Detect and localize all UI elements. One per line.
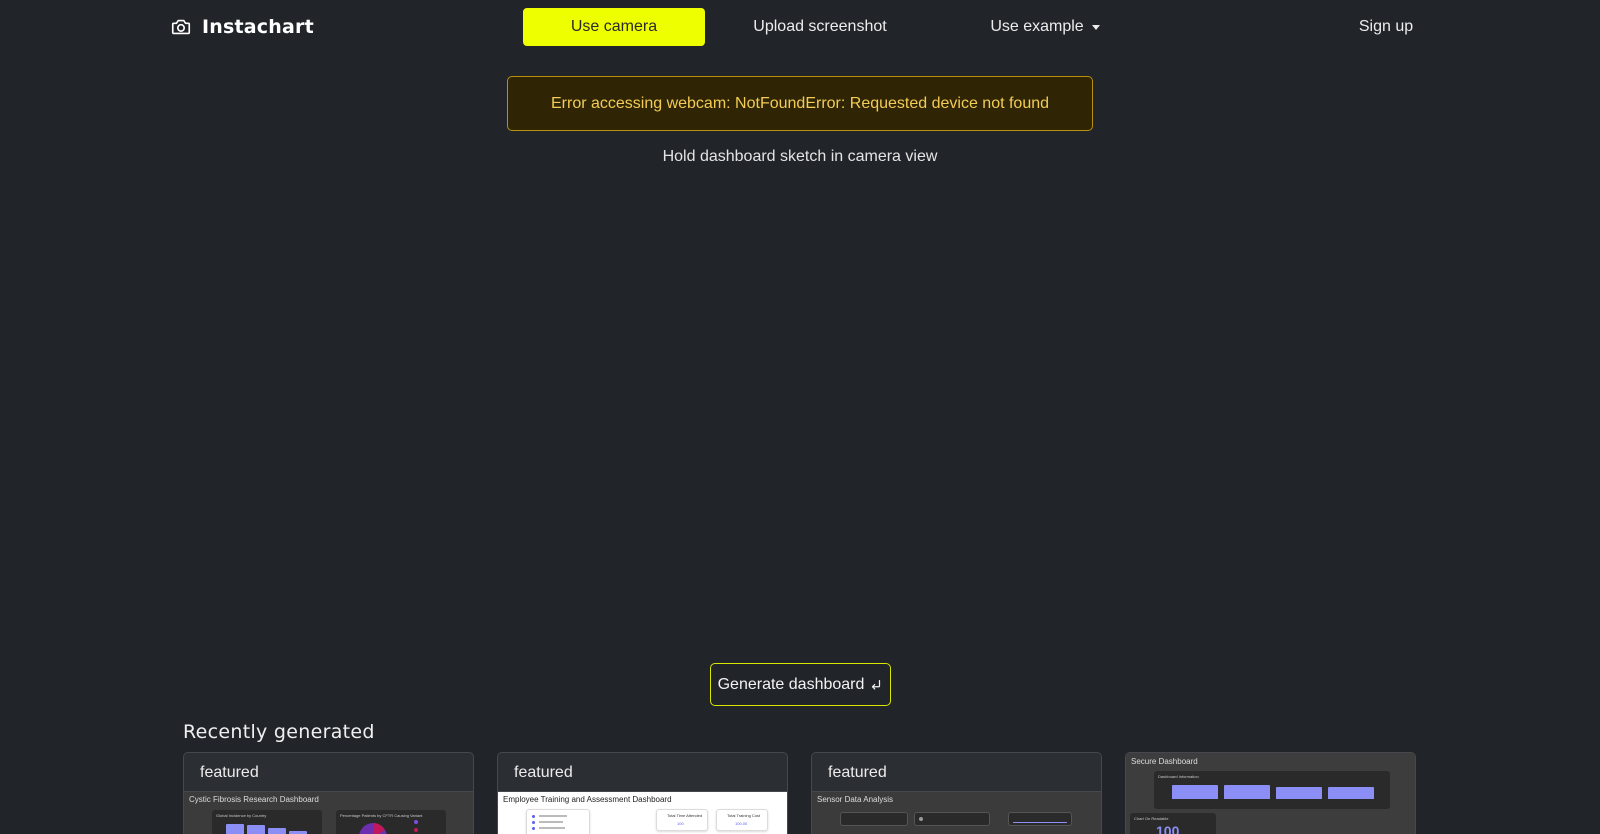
- thumb-bar-panel: Global Incidence by Country: [212, 810, 322, 834]
- thumb-range-slider: [1008, 812, 1072, 826]
- card-featured-label: featured: [498, 753, 787, 792]
- thumb-panel-label: Percentage Patients by CFTR Causing Vari…: [340, 813, 423, 818]
- thumb-select: [840, 812, 908, 826]
- thumb-pie-panel: Percentage Patients by CFTR Causing Vari…: [336, 810, 446, 834]
- list-line: [539, 821, 563, 823]
- legend-dot: [414, 820, 418, 824]
- thumb-bar: [1172, 785, 1218, 799]
- list-line: [539, 815, 567, 817]
- thumb-date-picker: [914, 812, 990, 826]
- thumb-bar: [1276, 787, 1322, 799]
- upload-screenshot-button[interactable]: Upload screenshot: [735, 8, 905, 46]
- thumb-bar-panel: Dashboard Information: [1154, 771, 1390, 809]
- sign-up-label: Sign up: [1358, 18, 1414, 35]
- use-example-dropdown[interactable]: Use example: [975, 8, 1115, 46]
- thumb-title: Sensor Data Analysis: [817, 795, 894, 804]
- camera-hint: Hold dashboard sketch in camera view: [662, 148, 938, 165]
- enter-icon: [872, 679, 881, 690]
- generate-dashboard-label: Generate dashboard: [717, 675, 865, 693]
- card-featured-label: featured: [812, 753, 1101, 792]
- alert-message: Error accessing webcam: NotFoundError: R…: [550, 94, 1050, 112]
- card-thumbnail: Cystic Fibrosis Research Dashboard Globa…: [184, 792, 473, 834]
- webcam-error-alert: Error accessing webcam: NotFoundError: R…: [507, 76, 1093, 131]
- thumb-pie-chart: [359, 823, 387, 834]
- thumb-title: Cystic Fibrosis Research Dashboard: [189, 795, 319, 804]
- thumb-bar: [1328, 787, 1374, 799]
- legend-dot: [414, 828, 418, 832]
- thumb-kpi-card: Total Training Cost 100.00: [716, 809, 768, 831]
- kpi-value: 100.00: [735, 821, 748, 826]
- card-thumbnail: Sensor Data Analysis: [812, 792, 1101, 834]
- recent-card-sensor-data[interactable]: featured Sensor Data Analysis: [811, 752, 1102, 834]
- kpi-label: Total Time Attended: [667, 813, 703, 818]
- card-thumbnail: Employee Training and Assessment Dashboa…: [498, 792, 787, 834]
- use-example-label: Use example: [990, 18, 1084, 35]
- thumb-bar: [247, 825, 265, 834]
- thumb-panel-label: Dashboard Information: [1158, 774, 1199, 779]
- list-line: [539, 827, 565, 829]
- thumb-panel-label: Global Incidence by Country: [216, 813, 267, 818]
- slider-track: [1013, 822, 1067, 823]
- brand-name: Instachart: [202, 16, 314, 38]
- recent-card-employee-training[interactable]: featured Employee Training and Assessmen…: [497, 752, 788, 834]
- thumb-kpi-panel: Chart On Readable 100: [1130, 813, 1216, 834]
- card-featured-label: featured: [184, 753, 473, 792]
- top-nav: Instachart Use camera Upload screenshot …: [0, 0, 1600, 54]
- thumb-bar: [1224, 785, 1270, 799]
- brand-logo[interactable]: Instachart: [170, 12, 314, 42]
- kpi-value: 100: [677, 821, 684, 826]
- recent-card-cystic-fibrosis[interactable]: featured Cystic Fibrosis Research Dashbo…: [183, 752, 474, 834]
- recent-card-secure-dashboard[interactable]: Secure Dashboard Dashboard Information C…: [1125, 752, 1416, 834]
- thumb-panel-label: Chart On Readable: [1134, 816, 1169, 821]
- list-dot: [532, 827, 535, 830]
- kpi-label: Total Training Cost: [727, 813, 761, 818]
- thumb-bar: [226, 824, 244, 834]
- card-thumbnail: Secure Dashboard Dashboard Information C…: [1126, 753, 1415, 834]
- caret-down-icon: [1091, 24, 1100, 30]
- thumb-title: Employee Training and Assessment Dashboa…: [503, 795, 672, 804]
- thumb-kpi-card: Total Time Attended 100: [656, 809, 708, 831]
- sign-up-link[interactable]: Sign up: [1346, 8, 1426, 46]
- calendar-icon: [919, 817, 923, 821]
- upload-screenshot-label: Upload screenshot: [753, 18, 887, 35]
- generate-dashboard-button[interactable]: Generate dashboard: [710, 663, 891, 706]
- use-camera-label: Use camera: [570, 18, 658, 35]
- recently-generated-heading: Recently generated: [183, 721, 375, 743]
- thumb-nav-list: [526, 809, 590, 834]
- camera-icon: [171, 19, 191, 35]
- thumb-big-value: 100: [1156, 823, 1180, 834]
- list-dot: [532, 821, 535, 824]
- thumb-title: Secure Dashboard: [1131, 757, 1198, 766]
- list-dot: [532, 815, 535, 818]
- thumb-bar: [268, 828, 286, 834]
- use-camera-button[interactable]: Use camera: [523, 8, 705, 46]
